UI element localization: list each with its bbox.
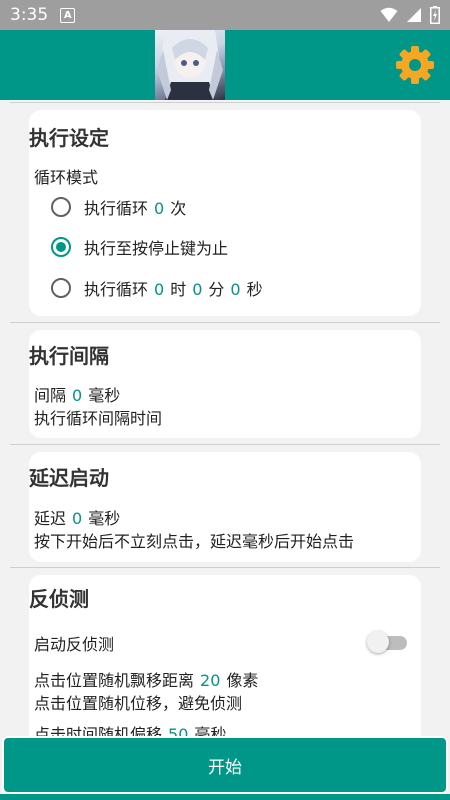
radio-label: 执行至按停止键为止 xyxy=(84,239,229,258)
radio-button[interactable] xyxy=(51,197,71,217)
divider xyxy=(10,102,440,103)
interval-description: 执行循环间隔时间 xyxy=(34,409,163,428)
loop-count-value[interactable]: 0 xyxy=(154,199,164,218)
gear-icon[interactable] xyxy=(395,45,435,85)
divider xyxy=(10,567,440,568)
wifi-icon xyxy=(380,7,398,22)
anti-detect-toggle[interactable] xyxy=(367,629,409,655)
avatar-image xyxy=(155,30,225,100)
divider xyxy=(10,322,440,323)
seconds-value[interactable]: 0 xyxy=(230,280,240,299)
app-bar xyxy=(0,30,450,100)
interval-card: 执行间隔 间隔 0 毫秒 执行循环间隔时间 xyxy=(29,330,421,438)
interval-title: 执行间隔 xyxy=(29,344,109,368)
status-time: 3:35 xyxy=(10,5,49,25)
delay-description: 按下开始后不立刻点击，延迟毫秒后开始点击 xyxy=(34,532,355,551)
time-offset-value[interactable]: 50 xyxy=(168,725,188,736)
execution-settings-title: 执行设定 xyxy=(29,126,109,150)
delay-value[interactable]: 0 xyxy=(72,509,82,528)
anti-detect-title: 反侦测 xyxy=(29,587,89,611)
toggle-thumb xyxy=(367,631,389,653)
execution-settings-card: 执行设定 循环模式 执行循环 0 次 执行至按停止键为止 执行循环 0 时 0 分 0 秒 xyxy=(29,110,421,316)
signal-icon xyxy=(407,8,421,22)
status-bar: 3:35 A xyxy=(0,0,450,30)
bottom-accent-strip xyxy=(0,794,450,800)
loop-mode-label: 循环模式 xyxy=(34,168,99,187)
interval-setting: 间隔 0 毫秒 xyxy=(34,386,121,405)
radio-button-checked[interactable] xyxy=(51,237,71,257)
radio-label: 执行循环 0 时 0 分 0 秒 xyxy=(84,280,263,299)
drift-value[interactable]: 20 xyxy=(200,671,220,690)
radio-label: 执行循环 0 次 xyxy=(84,199,187,218)
delay-start-title: 延迟启动 xyxy=(29,466,109,490)
battery-icon xyxy=(430,6,440,24)
anti-detect-card: 反侦测 启动反侦测 点击位置随机飘移距离 20 像素 点击位置随机位移，避免侦测 点… xyxy=(29,575,421,736)
settings-scroll-area[interactable]: 执行设定 循环模式 执行循环 0 次 执行至按停止键为止 执行循环 0 时 0 分 0 秒 执行… xyxy=(0,100,450,736)
delay-start-card: 延迟启动 延迟 0 毫秒 按下开始后不立刻点击，延迟毫秒后开始点击 xyxy=(29,452,421,562)
interval-value[interactable]: 0 xyxy=(72,386,82,405)
divider xyxy=(10,444,440,445)
radio-button[interactable] xyxy=(51,278,71,298)
delay-setting: 延迟 0 毫秒 xyxy=(34,509,121,528)
notification-a-icon: A xyxy=(60,7,76,23)
minutes-value[interactable]: 0 xyxy=(192,280,202,299)
anti-detect-enable-label: 启动反侦测 xyxy=(34,635,115,654)
drift-setting: 点击位置随机飘移距离 20 像素 xyxy=(34,671,259,690)
radio-loop-duration[interactable]: 执行循环 0 时 0 分 0 秒 xyxy=(51,276,263,300)
start-button[interactable]: 开始 xyxy=(2,736,448,794)
time-offset-setting: 点击时间随机偏移 50 毫秒 xyxy=(34,721,226,736)
drift-description: 点击位置随机位移，避免侦测 xyxy=(34,694,243,713)
hours-value[interactable]: 0 xyxy=(154,280,164,299)
radio-until-stop[interactable]: 执行至按停止键为止 xyxy=(51,235,228,259)
radio-loop-count[interactable]: 执行循环 0 次 xyxy=(51,195,186,219)
